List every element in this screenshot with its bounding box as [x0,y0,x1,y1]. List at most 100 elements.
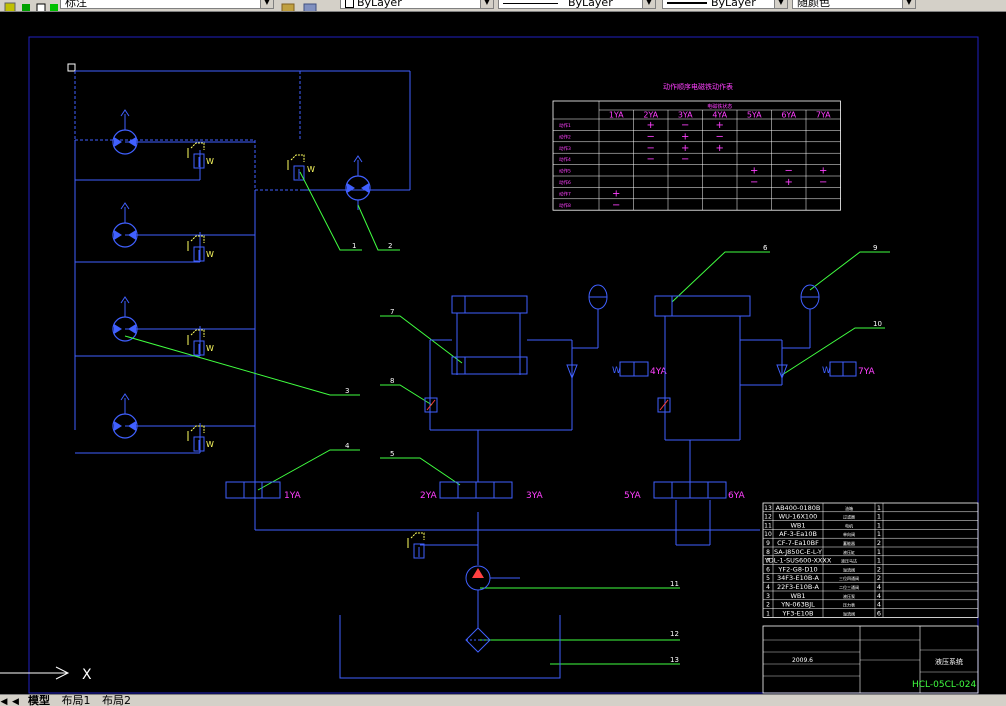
table-column-label: 4YA [712,111,727,120]
chevron-down-icon[interactable]: ▼ [902,0,915,8]
parts-cell: WB1 [790,592,805,600]
table-title: 动作顺序电磁铁动作表 [663,82,733,91]
table-cell: − [750,177,758,188]
table-cell: − [819,177,827,188]
title-block: 液压系统 2009.6 HCL-05CL-024 [762,625,979,694]
table-row-label: 动作2 [559,133,571,140]
table-row-label: 动作4 [559,156,571,163]
drawing-canvas[interactable]: W W W W W 1 2 3 4 5 6 7 8 9 10 11 12 13 [0,11,1006,694]
linetype-dropdown[interactable]: ByLayer ▼ [498,0,656,9]
lineweight-dropdown[interactable]: ByLayer ▼ [662,0,788,9]
callout-label: 10 [873,320,882,328]
parts-cell: SA-J850C-E-L-Y [774,548,822,556]
table-cell: − [785,166,793,177]
parts-cell: YF3-E10B [781,609,813,617]
parts-cell: 3 [766,593,770,600]
spring-mark: W [206,250,214,259]
table-cell: + [647,120,655,131]
parts-cell: 12 [764,514,772,521]
callout-label: 2 [388,242,392,250]
parts-cell: 溢流阀 [843,566,855,572]
leader-lines [124,171,890,665]
spring-mark: W [822,366,831,376]
lineweight-dropdown-value: ByLayer [711,0,756,9]
parts-cell: 2 [877,574,881,582]
parts-cell: YF2-G8-D10 [777,565,817,573]
parts-cell: 1 [877,504,881,512]
table-cell: + [716,120,724,131]
tab-model[interactable]: 模型 [25,695,53,706]
relief-valve-icon [187,329,205,356]
color-swatch-icon [345,0,354,8]
table-column-label: 1YA [609,111,624,120]
table-cell: + [750,166,758,177]
table-column-label: 7YA [816,111,831,120]
pump-icon [112,202,138,248]
layer-color-icon[interactable] [48,0,60,11]
parts-cell: 1 [877,530,881,538]
motor-cylinder-circuit-1: W 4YA [255,284,760,531]
parts-cell: 11 [764,522,772,529]
grip-marker [67,63,76,72]
chevron-down-icon[interactable]: ▼ [260,0,273,8]
parts-cell: 22F3-E10B-A [777,583,820,591]
parts-cell: 液压泵 [843,593,855,599]
layer-freeze-icon[interactable] [20,0,32,11]
parts-cell: 1 [877,557,881,565]
linetype-dropdown-value: ByLayer [568,0,613,9]
main-pump-tank [339,512,561,679]
chevron-down-icon[interactable]: ▼ [774,0,787,8]
parts-cell: 4 [877,583,881,591]
parts-cell: 二位三通阀 [839,584,859,590]
solenoid-label: 7YA [858,367,876,377]
plotstyle-dropdown-value: 随颜色 [797,0,830,9]
callout-label: 9 [873,244,877,252]
parts-cell: 液压缸 [843,549,855,555]
chevron-down-icon[interactable]: ▼ [642,0,655,8]
tab-layout1[interactable]: 布局1 [59,695,94,706]
table-header: 电磁铁状态 [707,103,732,110]
layer-previous-icon[interactable] [303,0,317,11]
layer-state-icon[interactable] [4,0,16,11]
parts-cell: 油箱 [845,505,853,511]
title-block-date: 2009.6 [792,657,813,664]
ucs-icon: X [0,666,92,683]
parts-cell: 2 [877,539,881,547]
parts-cell: YDL-1-SUS600-XXXX [764,557,832,565]
table-cell: − [647,154,655,165]
tab-layout2[interactable]: 布局2 [99,695,134,706]
callout-label: 3 [345,387,349,395]
layer-lock-icon[interactable] [35,0,47,11]
table-row-label: 动作8 [559,202,571,209]
spring-mark: W [612,366,621,376]
parts-cell: 4 [877,601,881,609]
table-frame [552,100,841,211]
parts-cell: YN-063BJL [780,601,815,609]
make-current-layer-icon[interactable] [281,0,295,11]
lineweight-preview-icon [667,2,707,4]
callout-label: 8 [390,377,394,385]
plotstyle-dropdown[interactable]: 随颜色 ▼ [792,0,916,9]
parts-cell: 溢流阀 [843,610,855,616]
layer-dropdown[interactable]: 标注 ▼ [60,0,274,9]
parts-cell: 单向阀 [843,531,855,537]
relief-valve-icon [187,425,205,452]
pump-icon [112,109,138,155]
table-cell: − [647,131,655,142]
chevron-down-icon[interactable]: ▼ [480,0,493,8]
callout-label: 6 [763,244,768,252]
relief-valve-icon [187,142,205,169]
parts-cell: 1 [877,548,881,556]
directional-valves: 1YA 2YA 3YA 5YA 6YA [225,481,746,501]
pump-icon [112,393,138,439]
solenoid-label: 2YA [420,491,438,501]
parts-cell: CF-7-Ea10BF [777,539,819,547]
svg-text:X: X [82,667,92,683]
pump-icon [112,296,138,342]
spring-mark: W [206,157,214,166]
table-row-label: 动作7 [559,190,571,197]
parts-cell: 2 [766,602,770,609]
pump-group: W W W W W [67,63,411,530]
color-dropdown[interactable]: ByLayer ▼ [340,0,494,9]
spring-mark: W [206,344,214,353]
